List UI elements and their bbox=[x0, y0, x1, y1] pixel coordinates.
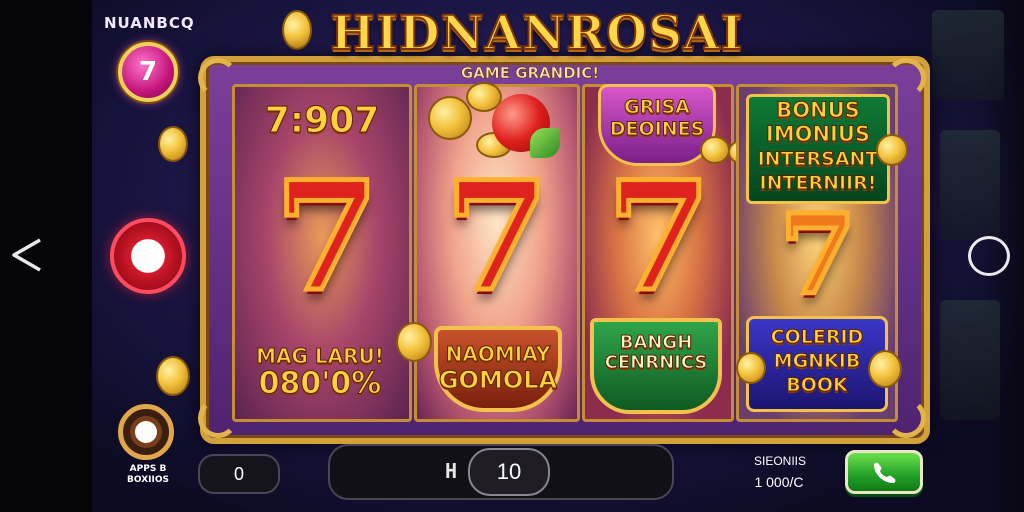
coin-icon bbox=[428, 96, 472, 140]
balance-field[interactable]: 0 bbox=[198, 454, 280, 494]
back-arrow-icon[interactable] bbox=[10, 237, 44, 273]
profile-button[interactable]: 7 bbox=[118, 42, 178, 102]
coin-icon bbox=[700, 136, 730, 164]
reel-4-top-badge-line-2: IMONIUS bbox=[765, 122, 871, 147]
reel-3-top-badge-line-1: GRISA bbox=[624, 96, 691, 119]
background-panel bbox=[932, 10, 1004, 100]
reel-1-top-text: 7:907 bbox=[264, 100, 380, 142]
profile-icon: 7 bbox=[138, 57, 158, 87]
coin-icon bbox=[868, 350, 902, 388]
reel-4-top-badge-line-3: INTERSANT bbox=[757, 148, 879, 171]
bet-level-icon: H bbox=[444, 459, 458, 483]
stake-label: SIEONIIS bbox=[753, 454, 806, 468]
coin-icon bbox=[736, 352, 766, 384]
reel-4-top-badge-line-1: BONUS bbox=[776, 98, 861, 123]
apps-label: APPS B BOXIIOS bbox=[127, 464, 169, 485]
reel-3-bottom-badge-line-2: CENRNICS bbox=[604, 352, 708, 374]
home-circle-icon[interactable] bbox=[968, 236, 1010, 276]
reel-1-bottom-line-1: MAG LARU! bbox=[256, 344, 385, 369]
phone-icon bbox=[874, 462, 896, 483]
reel-3-bottom-badge-line-1: BANGH bbox=[619, 332, 693, 354]
game-screen: NUANBCQ 7 APPS B BOXIIOS HIDNANROSAI GAM… bbox=[0, 0, 1024, 512]
reel-4-bottom-badge-line-2: MGNKIB bbox=[773, 350, 861, 373]
game-title: HIDNANROSAI bbox=[330, 5, 744, 62]
record-button[interactable] bbox=[110, 218, 186, 294]
seven-symbol: 7 bbox=[604, 149, 713, 325]
reel-4-bottom-badge-line-3: BOOK bbox=[786, 374, 849, 397]
reel-3-top-badge-line-2: DEOINES bbox=[609, 118, 705, 141]
seven-symbol: 7 bbox=[272, 149, 381, 325]
coin-icon bbox=[876, 134, 908, 166]
reel-2-badge-line-2: GOMOLA bbox=[438, 366, 558, 395]
bet-value-field[interactable]: 10 bbox=[468, 448, 550, 496]
background-panel bbox=[940, 130, 1000, 240]
reel-4-bottom-badge-line-1: COLERID bbox=[770, 326, 864, 349]
coin-icon bbox=[158, 126, 188, 162]
reel-2-badge-line-1: NAOMIAY bbox=[445, 342, 551, 367]
spin-button[interactable] bbox=[845, 450, 923, 494]
brand-label: NUANBCQ bbox=[104, 14, 195, 32]
coin-icon bbox=[156, 356, 190, 396]
donut-icon bbox=[135, 421, 157, 443]
stake-value: 1 000/C bbox=[754, 474, 804, 490]
coin-icon bbox=[396, 322, 432, 362]
seven-symbol: 7 bbox=[777, 190, 859, 319]
game-subtitle: GAME GRANDIC! bbox=[460, 64, 600, 83]
background-panel bbox=[940, 300, 1000, 420]
seven-symbol: 7 bbox=[442, 149, 551, 325]
apps-button[interactable] bbox=[118, 404, 174, 460]
reel-1-bottom-line-2: 080'0% bbox=[258, 366, 382, 402]
